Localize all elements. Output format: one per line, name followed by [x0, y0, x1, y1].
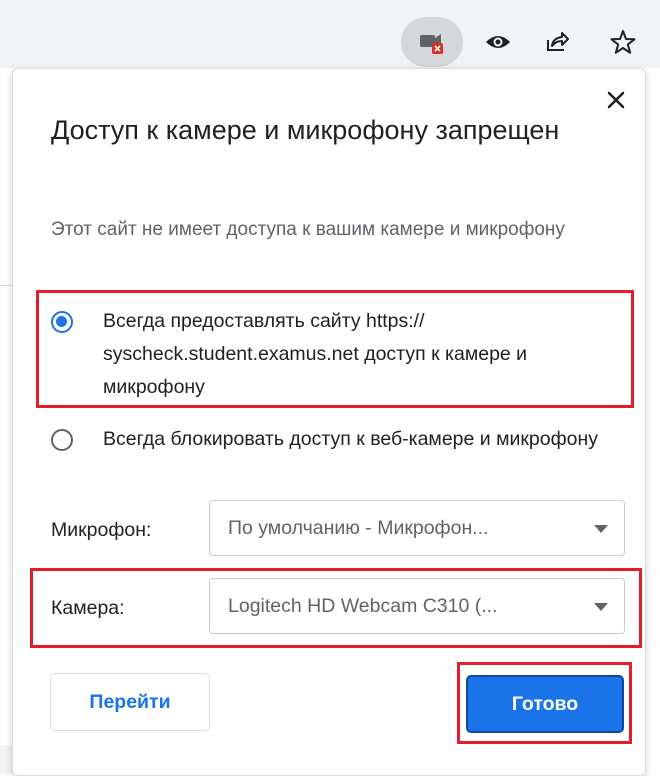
eye-button[interactable]	[478, 22, 518, 62]
highlight-allow-option	[36, 290, 634, 408]
microphone-select[interactable]: По умолчанию - Микрофон...	[209, 500, 625, 556]
radio-block[interactable]	[51, 429, 73, 451]
share-button[interactable]	[537, 22, 577, 62]
highlight-camera-row	[30, 568, 642, 648]
browser-toolbar	[0, 0, 660, 68]
highlight-done-button	[457, 662, 632, 744]
close-icon	[607, 91, 625, 109]
microphone-label: Микрофон:	[51, 519, 152, 541]
star-icon	[610, 30, 636, 54]
bookmark-star-button[interactable]	[603, 22, 643, 62]
page-edge-line	[0, 285, 12, 286]
option-block-label: Всегда блокировать доступ к веб-камере и…	[103, 428, 599, 450]
option-always-block[interactable]: Всегда блокировать доступ к веб-камере и…	[51, 423, 603, 456]
dialog-subtitle: Этот сайт не имеет доступа к вашим камер…	[51, 219, 565, 240]
camera-blocked-icon	[420, 34, 443, 54]
chevron-down-icon	[594, 525, 608, 533]
page-edge-strip	[0, 745, 12, 774]
eye-icon	[486, 36, 510, 48]
microphone-select-value: По умолчанию - Микрофон...	[228, 516, 489, 539]
dialog-title: Доступ к камере и микрофону запрещен	[51, 115, 560, 145]
share-icon	[547, 32, 569, 51]
camera-blocked-button[interactable]	[401, 17, 463, 67]
close-button[interactable]	[601, 85, 631, 115]
go-button[interactable]: Перейти	[50, 673, 210, 731]
